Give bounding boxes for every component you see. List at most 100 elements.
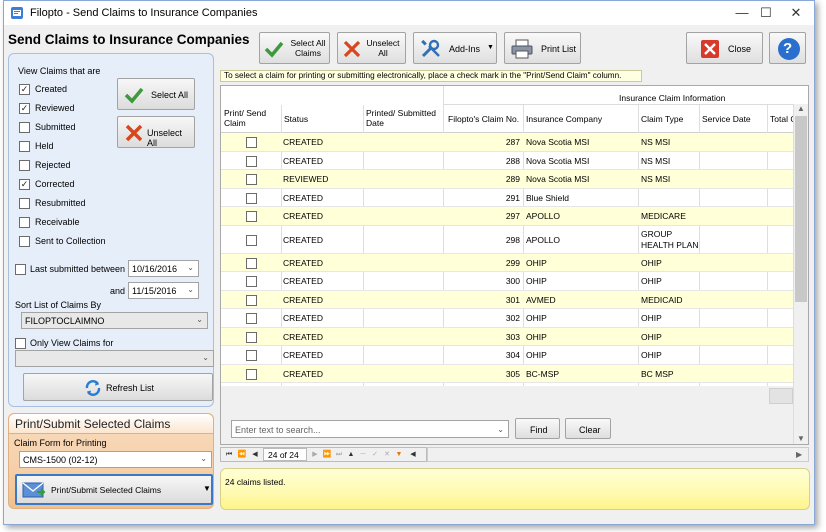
- close-icon: [701, 40, 719, 58]
- print-send-checkbox[interactable]: [246, 350, 257, 362]
- filter-icon[interactable]: ▼: [393, 449, 405, 460]
- table-row[interactable]: CREATED 300 OHIP OHIP: [221, 272, 793, 291]
- print-send-checkbox[interactable]: [246, 313, 257, 325]
- table-row[interactable]: CREATED 287 Nova Scotia MSI NS MSI: [221, 133, 793, 152]
- cancel-record-icon[interactable]: ✕: [381, 449, 393, 460]
- table-row[interactable]: CREATED 301 AVMED MEDICAID: [221, 290, 793, 309]
- date-from-picker[interactable]: 10/16/2016 ⌄: [128, 260, 199, 277]
- table-row[interactable]: CREATED 303 OHIP OHIP: [221, 327, 793, 346]
- status-checkbox-label: Resubmitted: [35, 198, 86, 208]
- print-send-checkbox[interactable]: [246, 211, 257, 223]
- col-printed-date-header[interactable]: Printed/ Submitted Date: [366, 108, 436, 128]
- print-send-checkbox[interactable]: [246, 155, 257, 167]
- search-input[interactable]: Enter text to search... ⌄: [231, 420, 509, 438]
- only-view-select[interactable]: ⌄: [15, 350, 214, 367]
- save-record-icon[interactable]: ✓: [369, 449, 381, 460]
- table-row[interactable]: CREATED 298 APOLLO GROUP HEALTH PLAN: [221, 226, 793, 254]
- status-checkbox-label: Held: [35, 141, 54, 151]
- next-record-icon[interactable]: ▶: [309, 449, 321, 460]
- check-icon: ✓: [20, 84, 29, 94]
- cell-claim-type: OHIP: [641, 350, 662, 361]
- refresh-list-button[interactable]: Refresh List: [23, 373, 213, 401]
- sort-select[interactable]: FILOPTOCLAIMNO ⌄: [21, 312, 208, 329]
- col-company-header[interactable]: Insurance Company: [526, 114, 602, 124]
- close-window-button[interactable]: ✕: [774, 1, 818, 25]
- status-checkbox[interactable]: [19, 236, 30, 247]
- scroll-up-icon[interactable]: ▲: [797, 104, 805, 113]
- scroll-left-icon[interactable]: ◀: [407, 449, 419, 460]
- scroll-right-icon[interactable]: ▶: [796, 450, 802, 459]
- status-checkbox-label: Corrected: [35, 179, 75, 189]
- table-row[interactable]: CREATED 288 Nova Scotia MSI NS MSI: [221, 152, 793, 170]
- unselect-all-button[interactable]: Unselect All: [117, 116, 195, 148]
- only-view-label: Only View Claims for: [30, 338, 114, 348]
- help-button[interactable]: ?: [769, 32, 806, 64]
- status-checkbox[interactable]: [19, 217, 30, 228]
- print-send-checkbox[interactable]: [246, 294, 257, 306]
- date-to-picker[interactable]: 11/15/2016 ⌄: [128, 282, 199, 299]
- status-checkbox[interactable]: [19, 198, 30, 209]
- next-page-icon[interactable]: ⏩: [321, 449, 333, 460]
- clear-button[interactable]: Clear: [565, 418, 611, 439]
- first-record-icon[interactable]: ⏮: [223, 449, 235, 460]
- claim-form-select[interactable]: CMS-1500 (02-12) ⌄: [19, 451, 212, 468]
- delete-record-icon[interactable]: ─: [357, 449, 369, 460]
- print-send-checkbox[interactable]: [246, 257, 257, 269]
- print-send-checkbox[interactable]: [246, 192, 257, 204]
- select-all-line2: Claims: [295, 48, 321, 58]
- chevron-down-icon: ⌄: [200, 454, 207, 463]
- select-all-claims-button[interactable]: Select All Claims: [259, 32, 330, 64]
- print-send-checkbox[interactable]: [246, 174, 257, 186]
- col-print-send-header[interactable]: Print/ Send Claim: [224, 108, 266, 128]
- unselect-all-toolbar-button[interactable]: Unselect All: [337, 32, 406, 64]
- table-row[interactable]: CREATED 304 OHIP OHIP: [221, 346, 793, 365]
- date-to-value: 11/15/2016: [132, 286, 177, 296]
- dropdown-arrow-icon: ▼: [203, 484, 211, 493]
- status-checkbox-label: Sent to Collection: [35, 236, 106, 246]
- scroll-down-icon[interactable]: ▼: [797, 434, 805, 443]
- scrollbar-thumb[interactable]: [795, 116, 807, 302]
- cell-claim-type: OHIP: [641, 313, 662, 324]
- print-submit-button[interactable]: Print/Submit Selected Claims ▼: [15, 474, 213, 505]
- table-row[interactable]: CREATED 305 BC-MSP BC MSP: [221, 364, 793, 383]
- last-submitted-checkbox[interactable]: [15, 264, 26, 275]
- print-list-button[interactable]: Print List: [504, 32, 581, 64]
- status-checkbox[interactable]: [19, 141, 30, 152]
- table-row[interactable]: CREATED 302 OHIP OHIP: [221, 309, 793, 328]
- select-all-button[interactable]: Select All: [117, 78, 195, 110]
- close-button[interactable]: Close: [686, 32, 763, 64]
- unselect-line1: Unselect: [366, 38, 400, 48]
- prev-record-icon[interactable]: ◀: [249, 449, 261, 460]
- table-row[interactable]: CREATED 299 OHIP OHIP: [221, 253, 793, 272]
- record-position[interactable]: 24 of 24: [263, 448, 307, 461]
- cell-company: OHIP: [526, 313, 547, 324]
- status-checkbox[interactable]: ✓: [19, 84, 30, 95]
- vertical-scrollbar[interactable]: ▲ ▼: [793, 104, 808, 444]
- cell-company: OHIP: [526, 276, 547, 287]
- horizontal-scrollbar[interactable]: ▶: [427, 447, 809, 462]
- add-ins-button[interactable]: Add-Ins ▼: [413, 32, 497, 64]
- col-service-date-header[interactable]: Service Date: [702, 114, 751, 124]
- print-send-checkbox[interactable]: [246, 137, 257, 149]
- find-button[interactable]: Find: [515, 418, 560, 439]
- status-checkbox[interactable]: [19, 160, 30, 171]
- print-send-checkbox[interactable]: [246, 276, 257, 288]
- print-send-checkbox[interactable]: [246, 368, 257, 380]
- status-checkbox[interactable]: [19, 122, 30, 133]
- add-record-icon[interactable]: ▲: [345, 449, 357, 460]
- table-row[interactable]: REVIEWED 289 Nova Scotia MSI NS MSI: [221, 170, 793, 189]
- prev-page-icon[interactable]: ⏪: [236, 449, 248, 460]
- col-claim-type-header[interactable]: Claim Type: [641, 114, 683, 124]
- cell-company: OHIP: [526, 331, 547, 342]
- table-row[interactable]: CREATED 297 APOLLO MEDICARE: [221, 207, 793, 226]
- table-row[interactable]: CREATED 291 Blue Shield: [221, 189, 793, 207]
- print-send-checkbox[interactable]: [246, 331, 257, 343]
- only-view-checkbox[interactable]: [15, 338, 26, 349]
- cell-claim-no: 304: [505, 350, 520, 361]
- col-claim-no-header[interactable]: Filopto's Claim No.: [448, 114, 519, 124]
- last-record-icon[interactable]: ⏭: [333, 449, 345, 460]
- col-status-header[interactable]: Status: [284, 114, 308, 124]
- print-send-checkbox[interactable]: [246, 234, 257, 246]
- status-checkbox[interactable]: ✓: [19, 179, 30, 190]
- status-checkbox[interactable]: ✓: [19, 103, 30, 114]
